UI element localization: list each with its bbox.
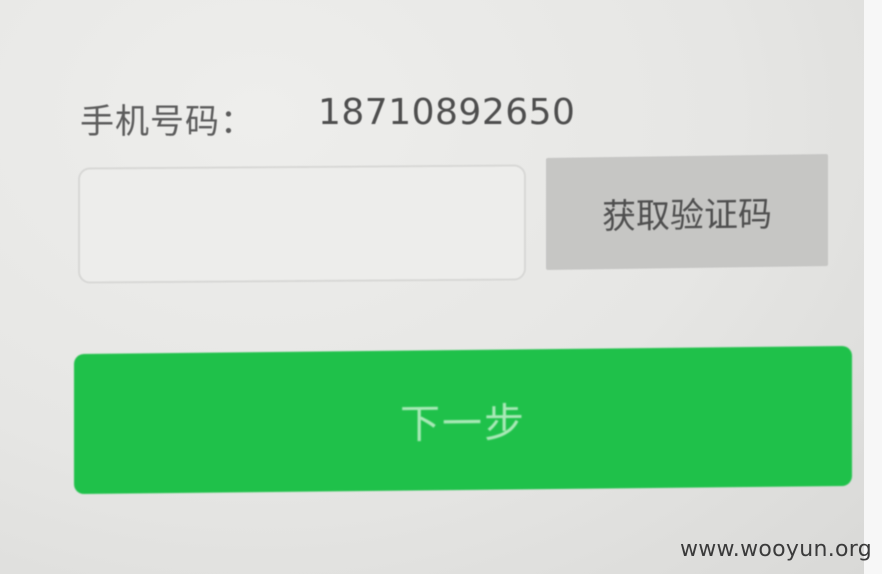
phone-number-label: 手机号码： <box>80 102 255 142</box>
page-margin <box>864 0 882 574</box>
verification-code-input[interactable] <box>78 164 526 284</box>
phone-screen: 手机号码： 18710892650 获取验证码 下一步 <box>0 0 864 574</box>
get-verification-code-button[interactable]: 获取验证码 <box>546 154 828 270</box>
watermark-text: www.wooyun.org <box>679 537 872 562</box>
phone-number-value: 18710892650 <box>318 92 576 133</box>
next-step-button[interactable]: 下一步 <box>74 345 852 495</box>
